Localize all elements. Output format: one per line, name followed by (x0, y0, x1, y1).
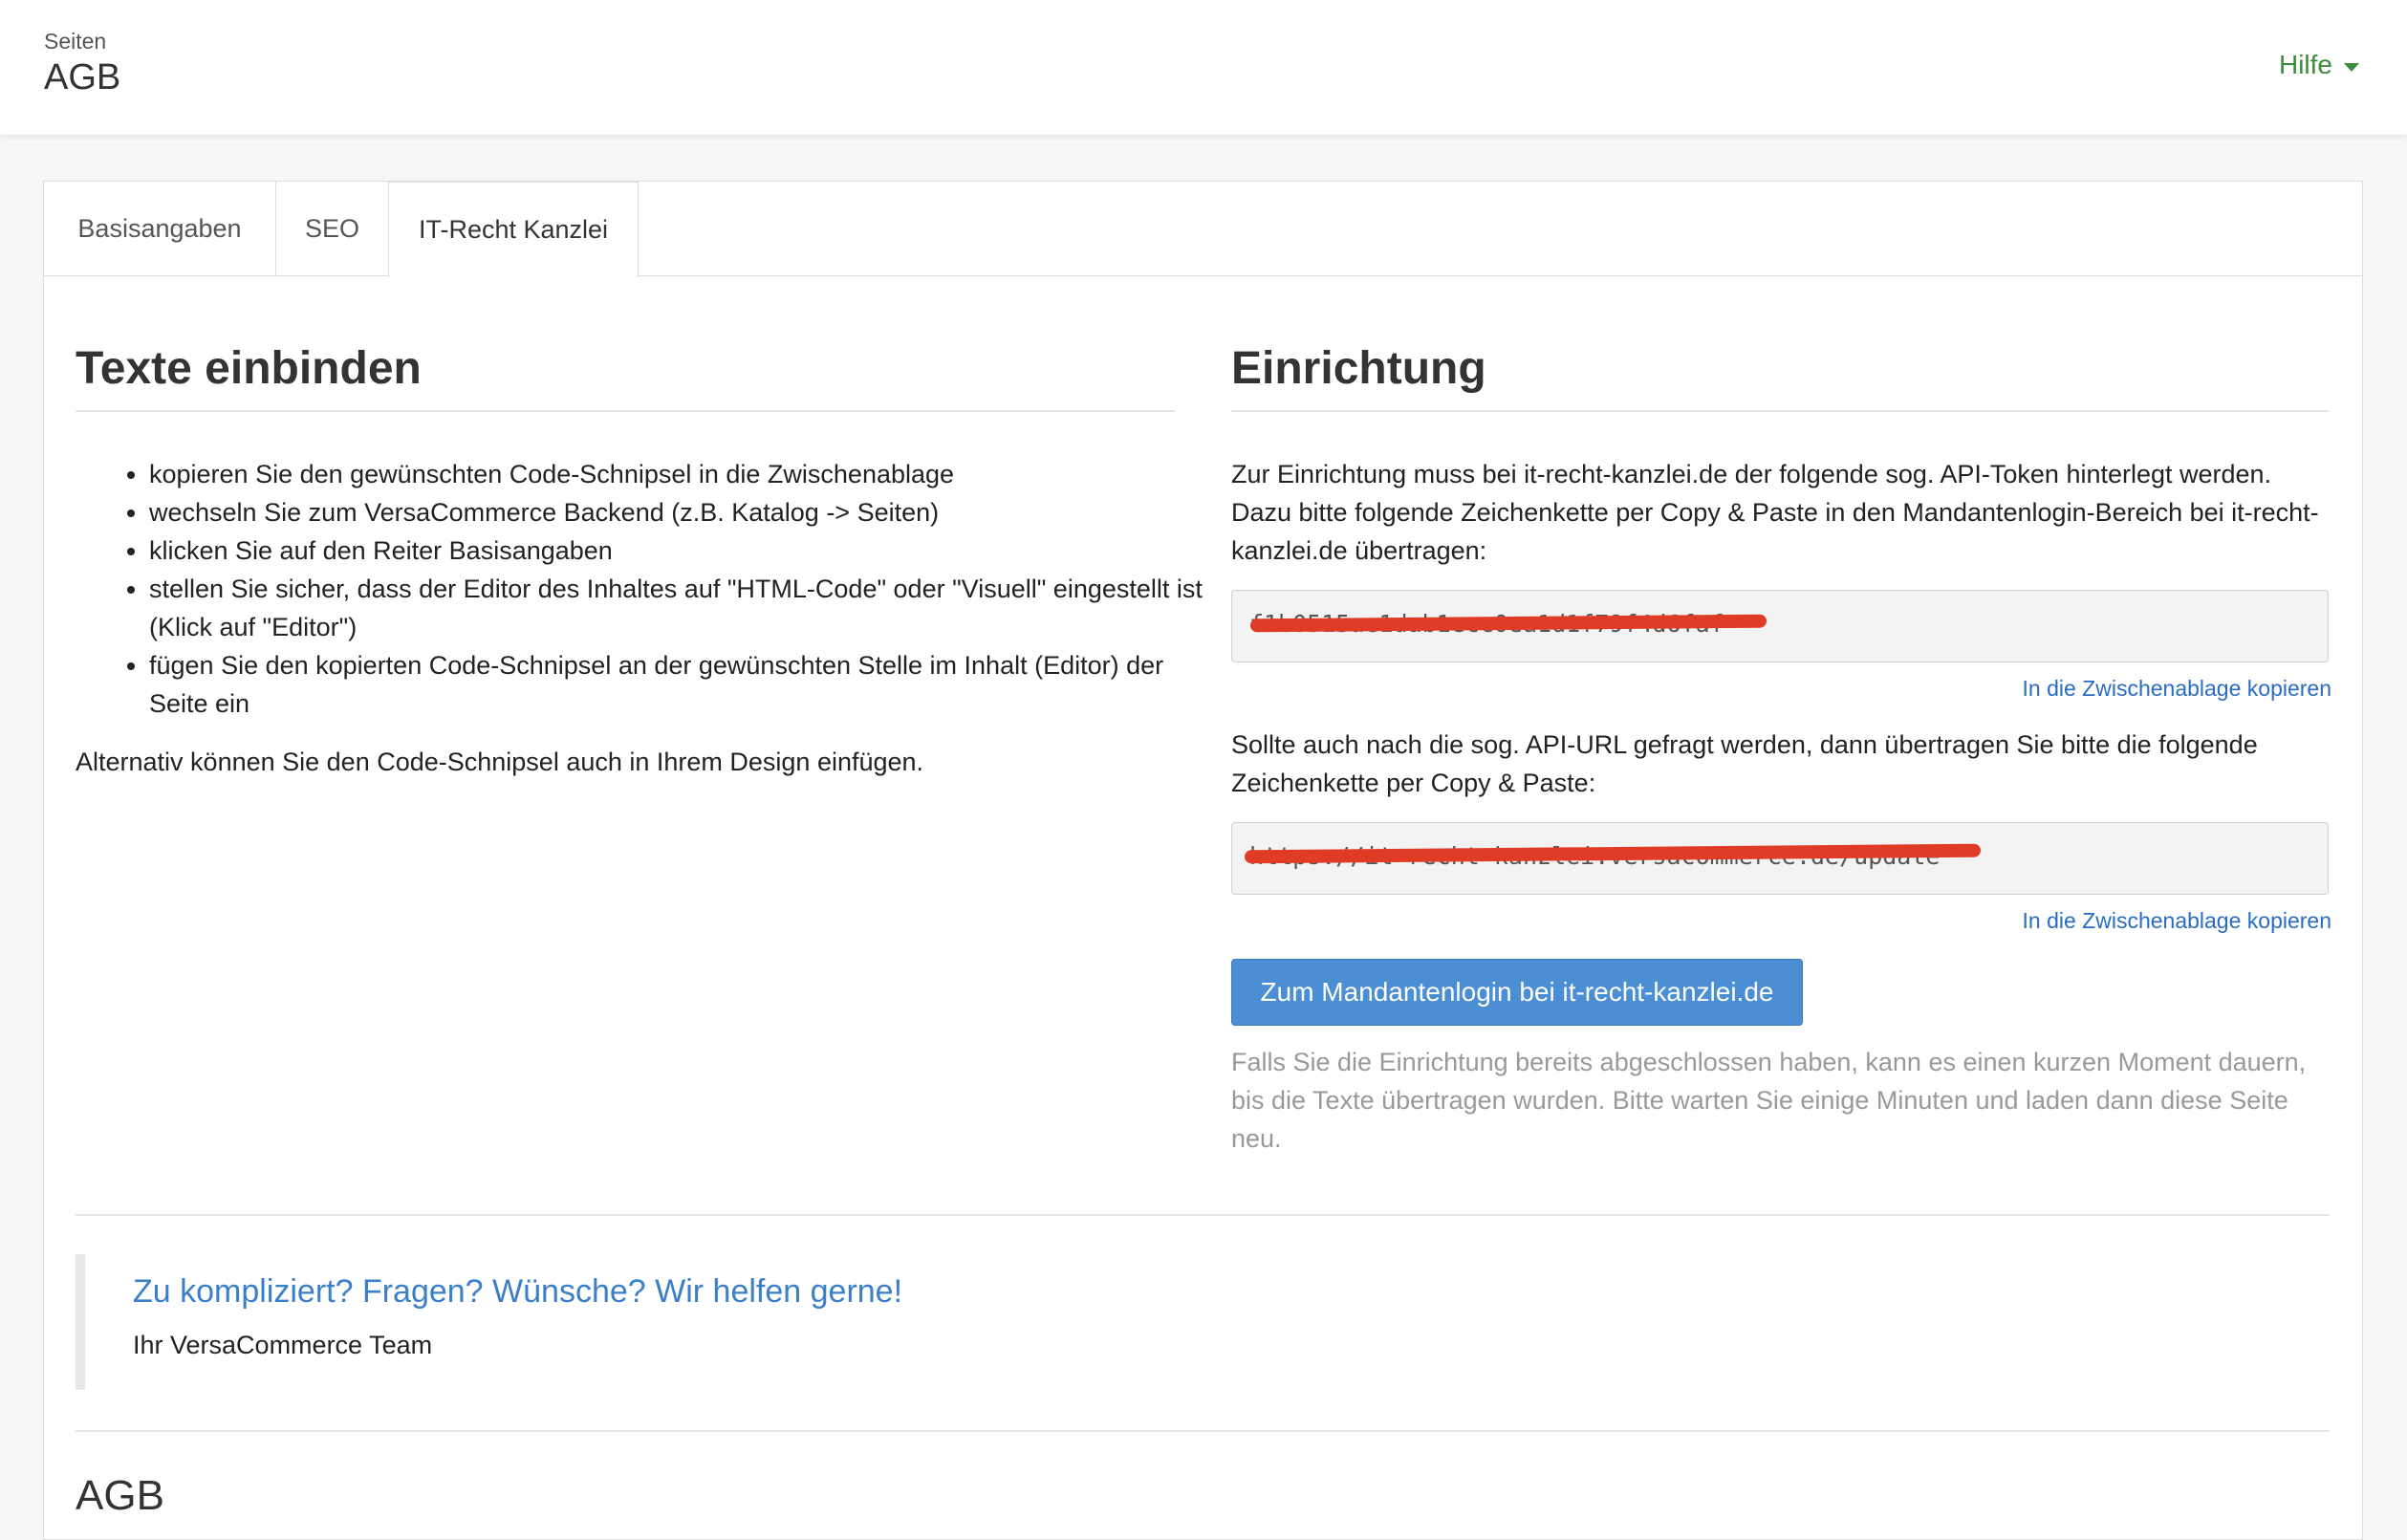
copy-url-link[interactable]: In die Zwischenablage kopieren (2023, 908, 2331, 934)
help-box: Zu kompliziert? Fragen? Wünsche? Wir hel… (76, 1254, 2339, 1390)
tab-seo[interactable]: SEO (276, 182, 389, 275)
list-item: wechseln Sie zum VersaCommerce Backend (… (149, 493, 1210, 531)
agb-heading: AGB (76, 1472, 164, 1519)
api-url-intro: Sollte auch nach die sog. API-URL gefrag… (1231, 730, 2258, 797)
list-item: kopieren Sie den gewünschten Code-Schnip… (149, 455, 1210, 493)
help-box-title: Zu kompliziert? Fragen? Wünsche? Wir hel… (133, 1273, 903, 1310)
mandantenlogin-button[interactable]: Zum Mandantenlogin bei it-recht-kanzlei.… (1231, 959, 1803, 1026)
help-dropdown[interactable]: Hilfe (2279, 50, 2359, 80)
list-item: stellen Sie sicher, dass der Editor des … (149, 570, 1210, 646)
tab-basisangaben[interactable]: Basisangaben (44, 182, 276, 275)
alternative-text: Alternativ können Sie den Code-Schnipsel… (76, 748, 924, 776)
list-item: klicken Sie auf den Reiter Basisangaben (149, 531, 1210, 570)
list-item: fügen Sie den kopierten Code-Schnipsel a… (149, 646, 1210, 723)
top-bar: Seiten AGB Hilfe (0, 0, 2407, 135)
caret-down-icon (2344, 62, 2359, 72)
content-card: Basisangaben SEO IT-Recht Kanzlei Texte … (43, 181, 2363, 1540)
breadcrumb[interactable]: Seiten (44, 29, 106, 54)
setup-intro: Zur Einrichtung muss bei it-recht-kanzle… (1231, 460, 2319, 565)
section-heading-texte: Texte einbinden (76, 342, 1175, 412)
help-label: Hilfe (2278, 50, 2332, 79)
divider (76, 1214, 2330, 1216)
tab-bar: Basisangaben SEO IT-Recht Kanzlei (44, 182, 2362, 278)
copy-token-link[interactable]: In die Zwischenablage kopieren (2023, 676, 2331, 702)
page-title: AGB (44, 57, 121, 98)
setup-note: Falls Sie die Einrichtung bereits abgesc… (1231, 1048, 2307, 1153)
tab-it-recht-kanzlei[interactable]: IT-Recht Kanzlei (388, 182, 639, 278)
help-box-signature: Ihr VersaCommerce Team (133, 1331, 433, 1359)
instructions-list: kopieren Sie den gewünschten Code-Schnip… (149, 455, 1210, 723)
section-heading-einrichtung: Einrichtung (1231, 342, 2329, 412)
divider (76, 1430, 2330, 1432)
